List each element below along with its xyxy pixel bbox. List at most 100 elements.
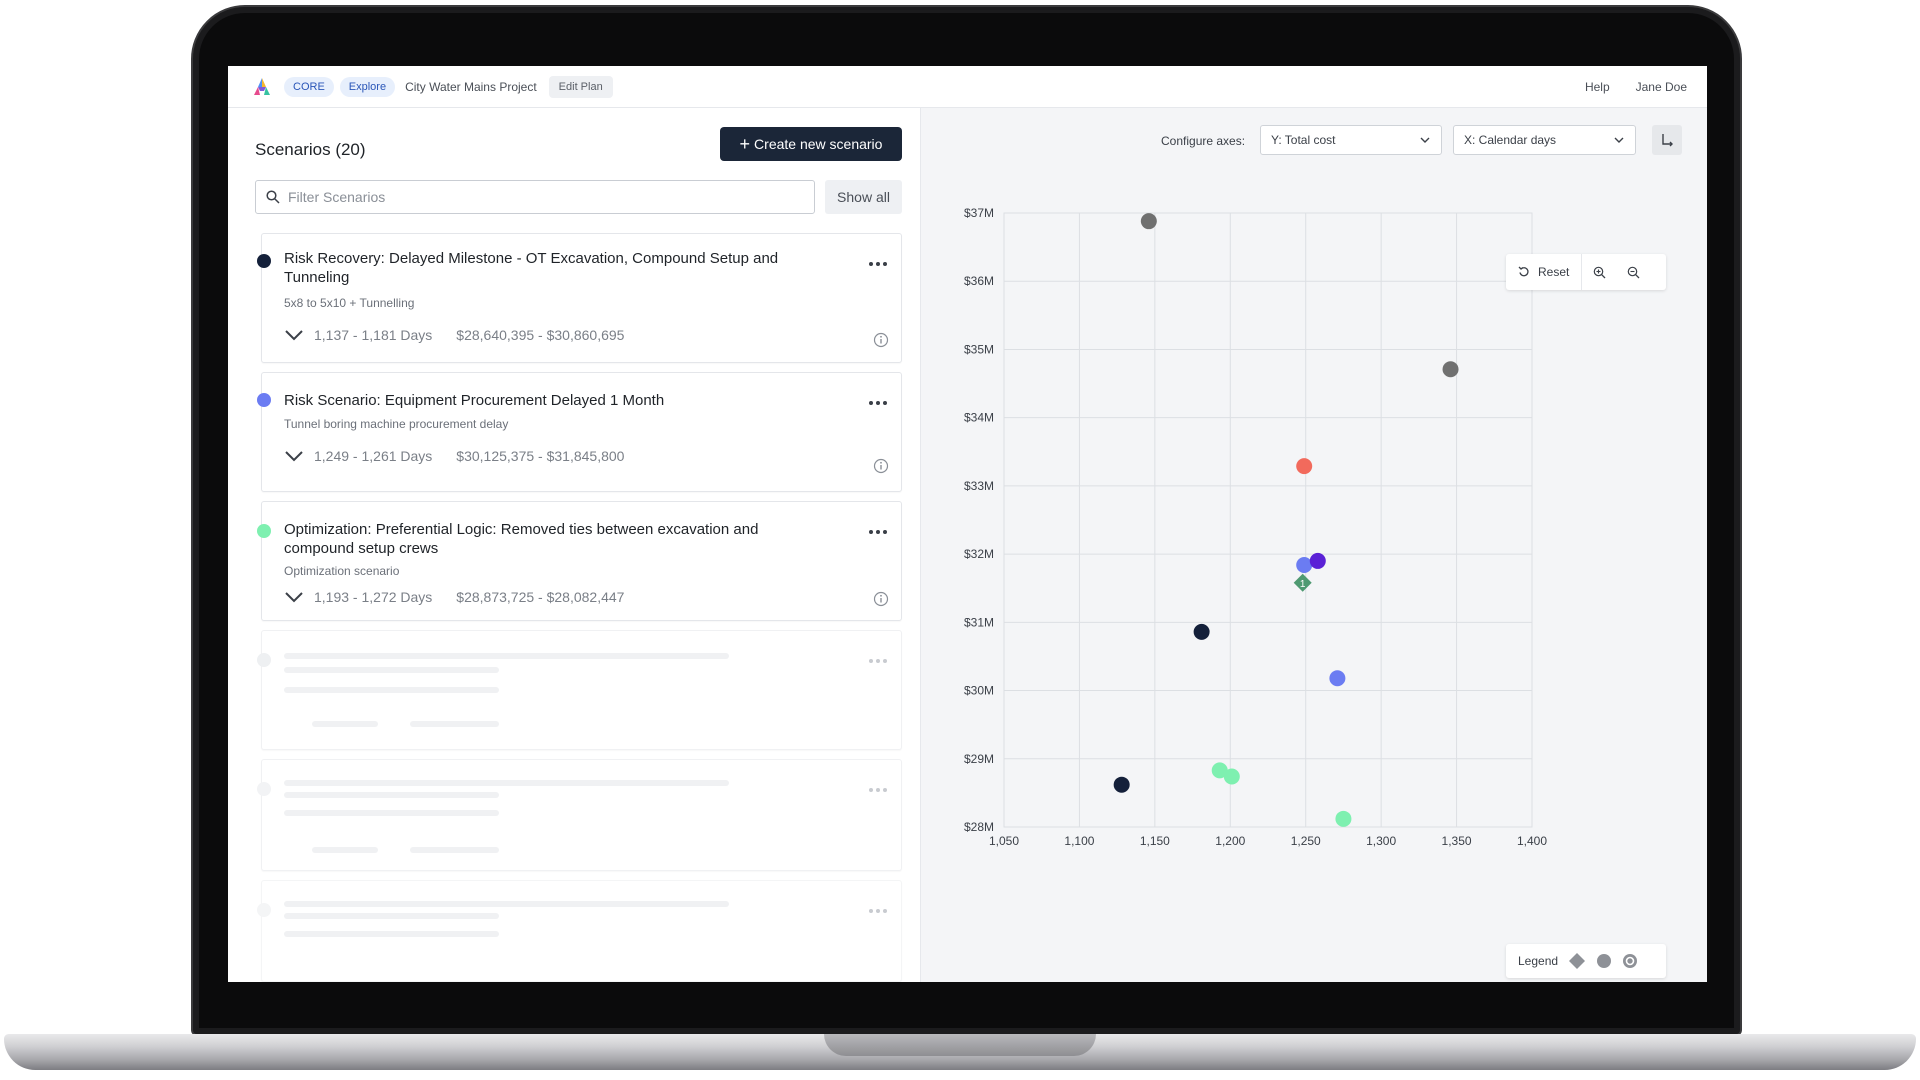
y-tick-label: $31M (964, 615, 994, 629)
info-icon[interactable] (873, 458, 889, 474)
more-options-icon[interactable] (869, 262, 887, 268)
more-options-icon[interactable] (869, 401, 887, 407)
diamond-legend-icon (1568, 952, 1586, 970)
top-nav: CORE Explore City Water Mains Project Ed… (228, 66, 1707, 108)
scenario-point[interactable] (1296, 557, 1312, 573)
skeleton-line (284, 780, 729, 786)
plot-area (1004, 213, 1532, 827)
loading-card (261, 759, 902, 871)
chart-controls: Reset (1506, 254, 1666, 290)
loading-card (261, 630, 902, 750)
explore-pill[interactable]: Explore (340, 77, 395, 97)
loading-dot (257, 903, 271, 917)
chart-legend[interactable]: Legend (1506, 944, 1666, 978)
y-tick-label: $29M (964, 752, 994, 766)
zoom-out-button[interactable] (1616, 254, 1650, 290)
y-tick-label: $30M (964, 684, 994, 698)
scenario-title: Risk Scenario: Equipment Procurement Del… (284, 391, 784, 410)
skeleton-line (312, 721, 378, 727)
scenario-point[interactable] (1141, 213, 1157, 229)
scenario-color-dot (257, 393, 271, 407)
zoom-in-button[interactable] (1582, 254, 1616, 290)
skeleton-line (284, 931, 499, 937)
app-logo-icon[interactable] (252, 77, 272, 97)
filter-field[interactable] (255, 180, 815, 214)
loading-dot (257, 653, 271, 667)
skeleton-line (284, 901, 729, 907)
configure-axes-label: Configure axes: (1161, 134, 1245, 148)
more-options-icon[interactable] (869, 530, 887, 536)
scenario-subtitle: 5x8 to 5x10 + Tunnelling (284, 296, 414, 310)
scenarios-panel: Scenarios (20) + Create new scenario Sho… (228, 108, 920, 982)
chevron-down-icon[interactable] (284, 450, 304, 462)
x-tick-label: 1,200 (1215, 834, 1245, 848)
legend-label: Legend (1518, 954, 1558, 968)
more-options-icon (869, 659, 887, 665)
show-all-button[interactable]: Show all (825, 180, 902, 214)
scenario-days: 1,249 - 1,261 Days (314, 448, 432, 464)
x-tick-label: 1,100 (1064, 834, 1094, 848)
baseline-point-label: 1 (1300, 579, 1306, 590)
edit-plan-button[interactable]: Edit Plan (549, 76, 613, 98)
create-scenario-button[interactable]: + Create new scenario (720, 127, 902, 161)
x-tick-label: 1,250 (1291, 834, 1321, 848)
swap-axes-button[interactable] (1652, 125, 1682, 155)
scenario-point[interactable] (1310, 553, 1326, 569)
y-tick-label: $28M (964, 820, 994, 834)
scenario-subtitle: Optimization scenario (284, 564, 399, 578)
reset-button[interactable]: Reset (1506, 254, 1582, 290)
chart-panel: Configure axes: Y: Total cost X: Calenda… (920, 108, 1707, 982)
y-tick-label: $34M (964, 411, 994, 425)
skeleton-line (284, 810, 499, 816)
scenario-point[interactable] (1329, 670, 1345, 686)
chevron-down-icon[interactable] (284, 591, 304, 603)
scenario-point[interactable] (1114, 777, 1130, 793)
skeleton-line (284, 792, 499, 798)
more-options-icon (869, 909, 887, 915)
skeleton-line (284, 653, 729, 659)
x-tick-label: 1,350 (1442, 834, 1472, 848)
app-screen: CORE Explore City Water Mains Project Ed… (228, 66, 1707, 982)
scenario-card[interactable]: Risk Scenario: Equipment Procurement Del… (261, 372, 902, 492)
scenario-point[interactable] (1194, 624, 1210, 640)
filter-input[interactable] (288, 189, 788, 205)
scenario-point[interactable] (1296, 458, 1312, 474)
x-tick-label: 1,400 (1517, 834, 1547, 848)
scenario-cost: $28,640,395 - $30,860,695 (456, 327, 624, 343)
scenario-card[interactable]: Risk Recovery: Delayed Milestone - OT Ex… (261, 233, 902, 363)
scenario-point[interactable] (1224, 769, 1240, 785)
plus-icon: + (740, 137, 751, 151)
y-tick-label: $36M (964, 274, 994, 288)
y-tick-label: $33M (964, 479, 994, 493)
skeleton-line (410, 721, 499, 727)
scenario-point[interactable] (1335, 811, 1351, 827)
chevron-down-icon[interactable] (284, 329, 304, 341)
info-icon[interactable] (873, 332, 889, 348)
core-pill[interactable]: CORE (284, 77, 334, 97)
skeleton-line (284, 913, 499, 919)
x-tick-label: 1,050 (989, 834, 1019, 848)
scenario-cost: $30,125,375 - $31,845,800 (456, 448, 624, 464)
reset-icon (1518, 266, 1530, 278)
loading-card (261, 880, 902, 982)
skeleton-line (284, 687, 499, 693)
y-axis-select-value: Y: Total cost (1271, 133, 1335, 147)
scenario-color-dot (257, 524, 271, 538)
x-axis-select[interactable]: X: Calendar days (1453, 125, 1636, 155)
x-tick-label: 1,150 (1140, 834, 1170, 848)
laptop-notch (824, 1034, 1096, 1056)
info-icon[interactable] (873, 591, 889, 607)
skeleton-line (284, 667, 499, 673)
y-axis-select[interactable]: Y: Total cost (1260, 125, 1442, 155)
scenario-cost: $28,873,725 - $28,082,447 (456, 589, 624, 605)
user-menu[interactable]: Jane Doe (1636, 80, 1687, 94)
scenario-title: Risk Recovery: Delayed Milestone - OT Ex… (284, 249, 784, 287)
scenario-color-dot (257, 254, 271, 268)
project-title: City Water Mains Project (405, 80, 537, 94)
y-tick-label: $37M (964, 206, 994, 220)
scenario-card[interactable]: Optimization: Preferential Logic: Remove… (261, 501, 902, 621)
scenario-point[interactable] (1443, 361, 1459, 377)
help-link[interactable]: Help (1585, 80, 1610, 94)
target-legend-icon (1622, 953, 1638, 969)
scenarios-heading: Scenarios (20) (255, 140, 366, 160)
